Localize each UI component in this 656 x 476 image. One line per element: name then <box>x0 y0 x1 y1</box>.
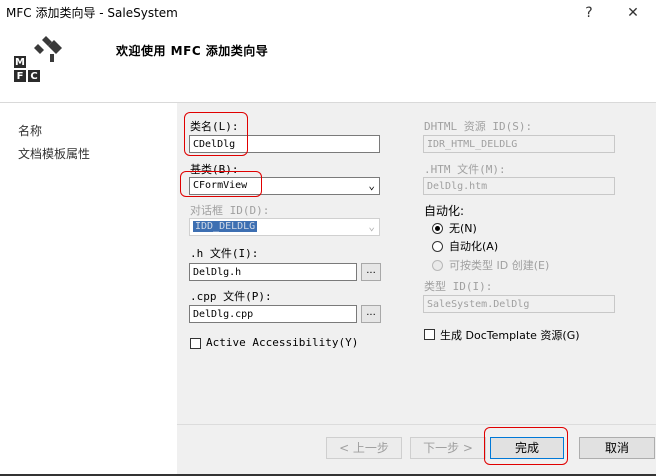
chevron-down-icon: ⌄ <box>368 179 375 192</box>
base-class-highlight <box>180 171 262 197</box>
cpp-file-browse-button[interactable]: ... <box>361 305 381 323</box>
htm-file-input: DelDlg.htm <box>423 177 615 195</box>
window-title: MFC 添加类向导 - SaleSystem <box>6 6 178 20</box>
type-id-input: SaleSystem.DelDlg <box>423 295 615 313</box>
dialog-id-label: 对话框 ID(D): <box>190 204 270 217</box>
class-name-highlight <box>184 112 248 156</box>
svg-text:M: M <box>15 57 25 68</box>
svg-text:C: C <box>30 71 37 82</box>
doctemplate-checkbox[interactable] <box>424 329 435 340</box>
doctemplate-label: 生成 DocTemplate 资源(G) <box>440 329 580 342</box>
h-file-label: .h 文件(I): <box>190 247 259 260</box>
automation-auto-label: 自动化(A) <box>449 240 499 253</box>
automation-label: 自动化: <box>424 204 465 218</box>
sidebar-item-doc-template[interactable]: 文档模板属性 <box>18 145 90 162</box>
footer-divider <box>177 424 656 425</box>
dialog-id-value: IDD_DELDLG <box>193 221 258 232</box>
automation-none-radio[interactable] <box>432 223 443 234</box>
chevron-down-icon: ⌄ <box>368 220 375 233</box>
next-button[interactable]: 下一步 > <box>410 437 486 459</box>
sidebar-item-name[interactable]: 名称 <box>18 122 42 139</box>
svg-text:F: F <box>17 71 24 82</box>
close-button[interactable]: ✕ <box>618 2 648 24</box>
automation-none-label: 无(N) <box>449 222 477 235</box>
accessibility-checkbox[interactable] <box>190 338 201 349</box>
dialog-id-select: IDD_DELDLG ⌄ <box>189 218 380 236</box>
mfc-logo-icon: M F C <box>14 34 70 90</box>
dhtml-id-input: IDR_HTML_DELDLG <box>423 135 615 153</box>
cancel-button[interactable]: 取消 <box>579 437 655 459</box>
htm-file-label: .HTM 文件(M): <box>424 163 506 176</box>
type-id-label: 类型 ID(I): <box>424 280 493 293</box>
automation-auto-radio[interactable] <box>432 241 443 252</box>
accessibility-label: Active Accessibility(Y) <box>206 336 359 349</box>
h-file-browse-button[interactable]: ... <box>361 263 381 281</box>
h-file-input[interactable]: DelDlg.h <box>189 263 357 281</box>
prev-button[interactable]: < 上一步 <box>326 437 402 459</box>
automation-typeid-label: 可按类型 ID 创建(E) <box>449 259 550 272</box>
automation-typeid-radio <box>432 260 443 271</box>
help-button[interactable]: ? <box>574 2 604 24</box>
finish-highlight <box>484 427 568 465</box>
cpp-file-input[interactable]: DelDlg.cpp <box>189 305 357 323</box>
dhtml-id-label: DHTML 资源 ID(S): <box>424 120 533 133</box>
welcome-heading: 欢迎使用 MFC 添加类向导 <box>116 44 269 58</box>
cpp-file-label: .cpp 文件(P): <box>190 290 272 303</box>
